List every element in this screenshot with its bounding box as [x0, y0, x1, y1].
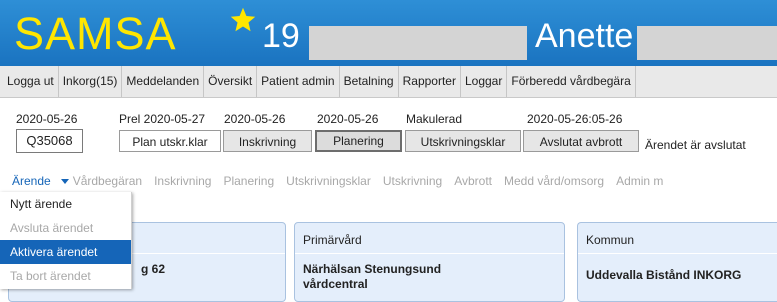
step-plan-utskr-klar[interactable]: Plan utskr.klar	[119, 130, 221, 152]
app-header: SAMSA 19 Anette	[0, 0, 777, 66]
menu-item-meddelanden[interactable]: Meddelanden	[122, 66, 205, 97]
panel-value-primarvard: Närhälsan Stenungsund vårdcentral	[303, 262, 442, 291]
chevron-down-icon[interactable]	[61, 179, 69, 184]
case-subnav: Ärende Vårdbegäran Inskrivning Planering Uts…	[0, 170, 777, 192]
menu-item-betalning[interactable]: Betalning	[340, 66, 399, 97]
workflow-status-row: 2020-05-26 Q35068 Prel 2020-05-27 2020-0…	[0, 112, 777, 162]
case-number[interactable]: Q35068	[16, 129, 83, 153]
step-date-avslutat: 2020-05-26:05-26	[527, 112, 623, 126]
subnav-planering[interactable]: Planering	[217, 170, 280, 192]
subnav-arende[interactable]: Ärende	[0, 170, 57, 192]
menu-item-logga-ut[interactable]: Logga ut	[0, 66, 59, 97]
panel-divider	[295, 253, 564, 254]
dropdown-item-avsluta-arendet[interactable]: Avsluta ärendet	[0, 216, 131, 240]
menu-item-inkorg[interactable]: Inkorg(15)	[59, 66, 123, 97]
panel-value: g 62	[141, 262, 166, 276]
subnav-utskrivningsklar[interactable]: Utskrivningsklar	[280, 170, 377, 192]
dropdown-item-ta-bort-arendet[interactable]: Ta bort ärendet	[0, 264, 131, 288]
arende-dropdown-menu: Nytt ärende Avsluta ärendet Aktivera äre…	[0, 192, 132, 289]
subnav-medd-vard-omsorg[interactable]: Medd vård/omsorg	[498, 170, 610, 192]
subnav-admin[interactable]: Admin m	[610, 170, 669, 192]
case-date: 2020-05-26	[16, 112, 78, 126]
menu-item-rapporter[interactable]: Rapporter	[399, 66, 461, 97]
dropdown-item-aktivera-arendet[interactable]: Aktivera ärendet	[0, 240, 131, 264]
redacted-field	[637, 26, 777, 60]
app-logo: SAMSA	[14, 8, 177, 59]
step-avslutat-avbrott[interactable]: Avslutat avbrott	[523, 130, 639, 152]
panel-value-kommun: Uddevalla Bistånd INKORG	[586, 268, 742, 282]
menu-item-forberedd-vardbegaran[interactable]: Förberedd vårdbegära	[507, 66, 636, 97]
panel-kommun: Kommun Uddevalla Bistånd INKORG	[577, 222, 777, 302]
panel-divider	[578, 253, 777, 254]
subnav-vardbegaran[interactable]: Vårdbegäran	[67, 170, 148, 192]
star-icon[interactable]	[229, 6, 257, 34]
subnav-utskrivning[interactable]: Utskrivning	[377, 170, 448, 192]
dropdown-item-nytt-arende[interactable]: Nytt ärende	[0, 192, 131, 216]
step-date-inskrivning: 2020-05-26	[224, 112, 286, 126]
subnav-inskrivning[interactable]: Inskrivning	[148, 170, 217, 192]
step-utskrivningsklar[interactable]: Utskrivningsklar	[405, 130, 521, 152]
panel-title-kommun: Kommun	[586, 233, 635, 247]
redacted-field	[309, 26, 527, 60]
prel-date: Prel 2020-05-27	[119, 112, 206, 126]
step-planering[interactable]: Planering	[315, 130, 402, 152]
header-number: 19	[262, 17, 300, 55]
step-inskrivning[interactable]: Inskrivning	[223, 130, 312, 152]
panel-title-primarvard: Primärvård	[303, 233, 362, 247]
step-date-planering: 2020-05-26	[317, 112, 379, 126]
case-closed-text: Ärendet är avslutat	[645, 138, 746, 152]
step-status-makulerad: Makulerad	[406, 112, 463, 126]
menu-item-patient-admin[interactable]: Patient admin	[257, 66, 340, 97]
main-menu: Logga ut Inkorg(15) Meddelanden Översikt Pat…	[0, 66, 777, 98]
user-name: Anette	[535, 17, 634, 55]
subnav-avbrott[interactable]: Avbrott	[448, 170, 498, 192]
panel-primarvard: Primärvård Närhälsan Stenungsund vårdcen…	[294, 222, 565, 302]
menu-item-oversikt[interactable]: Översikt	[204, 66, 258, 97]
menu-item-loggar[interactable]: Loggar	[461, 66, 508, 97]
